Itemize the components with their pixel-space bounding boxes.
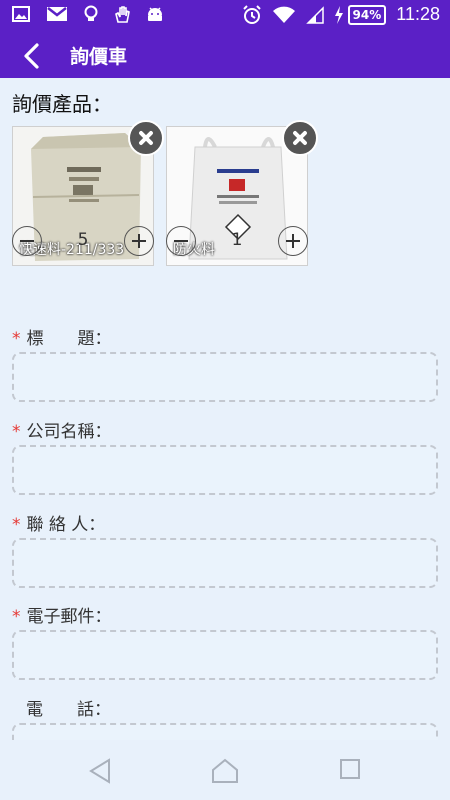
quantity-stepper: 1 xyxy=(166,226,308,256)
nav-back-icon[interactable] xyxy=(88,758,112,784)
remove-product-button[interactable] xyxy=(128,120,164,156)
plus-icon-vertical xyxy=(138,234,140,248)
company-field-label: * 公司名稱： xyxy=(12,417,112,442)
title-input[interactable] xyxy=(12,352,438,402)
image-icon xyxy=(12,6,30,22)
charging-icon xyxy=(334,5,343,24)
increase-quantity-button[interactable] xyxy=(124,226,154,256)
remove-product-button[interactable] xyxy=(282,120,318,156)
title-field-label: * 標 題： xyxy=(12,324,112,349)
nav-recents-icon[interactable] xyxy=(339,758,361,780)
required-mark: * xyxy=(12,607,21,627)
main-content[interactable]: 詢價產品： 快速料-211/333 5 防火料 1 * 標 題： * 公司名稱：… xyxy=(0,78,450,740)
phone-label-text: 電 話： xyxy=(26,700,111,720)
contact-label-text: 聯 絡 人： xyxy=(26,515,106,535)
android-icon xyxy=(148,7,162,21)
contact-field-label: * 聯 絡 人： xyxy=(12,510,105,535)
battery-indicator: 94% xyxy=(334,4,387,25)
required-mark: * xyxy=(12,329,21,349)
wifi-icon xyxy=(272,6,295,23)
increase-quantity-button[interactable] xyxy=(278,226,308,256)
email-input[interactable] xyxy=(12,630,438,680)
email-field-label: * 電子郵件： xyxy=(12,602,112,627)
signal-icon xyxy=(305,5,324,24)
company-name-input[interactable] xyxy=(12,445,438,495)
phone-field-label: 電 話： xyxy=(26,695,111,720)
required-mark: * xyxy=(12,515,21,535)
page-title: 詢價車 xyxy=(70,46,128,68)
quantity-stepper: 5 xyxy=(12,226,154,256)
battery-level: 94% xyxy=(347,4,387,25)
plus-icon-vertical xyxy=(292,234,294,248)
nav-home-icon[interactable] xyxy=(211,758,239,784)
bulb-icon xyxy=(84,5,98,21)
clock: 11:28 xyxy=(396,4,440,24)
app-bar: 詢價車 xyxy=(0,32,450,78)
email-label-text: 電子郵件： xyxy=(26,607,112,627)
phone-input[interactable] xyxy=(12,723,438,740)
title-label-text: 標 題： xyxy=(26,329,112,349)
system-nav-bar xyxy=(0,740,450,800)
products-section-label: 詢價產品： xyxy=(12,92,112,116)
gmail-icon xyxy=(47,7,67,21)
required-mark: * xyxy=(12,422,21,442)
back-arrow-icon[interactable] xyxy=(16,39,50,73)
company-label-text: 公司名稱： xyxy=(26,422,112,442)
contact-person-input[interactable] xyxy=(12,538,438,588)
hand-icon xyxy=(115,6,130,23)
status-bar: 94% 11:28 xyxy=(0,0,450,32)
alarm-icon xyxy=(242,4,261,24)
